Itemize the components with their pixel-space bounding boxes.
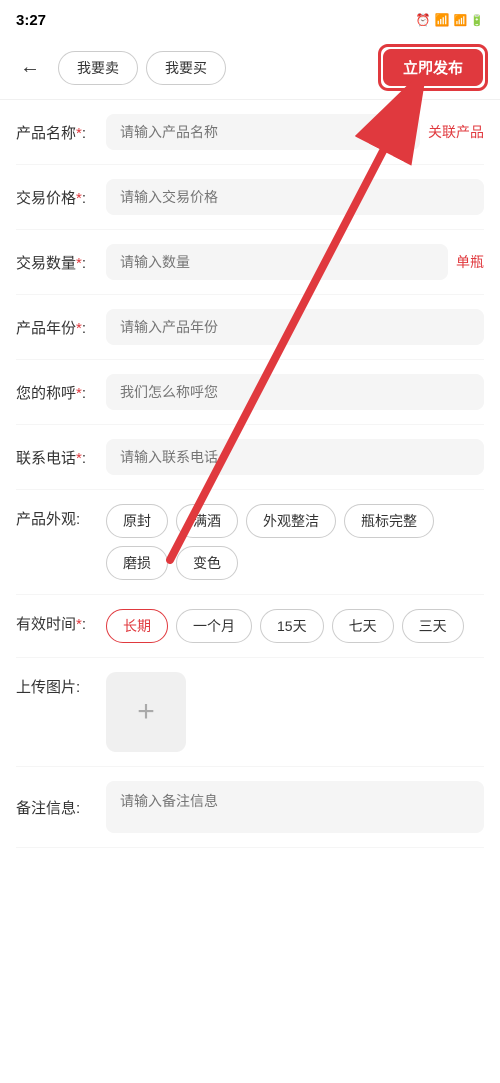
phone-input-area — [106, 439, 484, 475]
tab-buy[interactable]: 我要买 — [146, 51, 226, 85]
appearance-row: 产品外观: 原封 满酒 外观整洁 瓶标完整 磨损 变色 — [16, 490, 484, 595]
tab-group: 我要卖 我要买 — [58, 51, 368, 85]
appearance-label: 产品外观: — [16, 504, 96, 529]
tag-waiguanzhengJie[interactable]: 外观整洁 — [246, 504, 336, 538]
publish-button[interactable]: 立即发布 — [383, 49, 483, 86]
upload-area: + — [106, 672, 484, 752]
quantity-input-area: 单瓶 — [106, 244, 484, 280]
wifi-icon: 📶 — [435, 13, 450, 27]
tag-manjiu[interactable]: 满酒 — [176, 504, 238, 538]
tag-yuanfeng[interactable]: 原封 — [106, 504, 168, 538]
alarm-icon: ⏰ — [416, 13, 431, 27]
upload-row: 上传图片: + — [16, 658, 484, 767]
remark-input[interactable] — [106, 781, 484, 833]
back-button[interactable]: ← — [12, 52, 48, 83]
phone-row: 联系电话*: — [16, 425, 484, 490]
tag-pinbiaowanzheng[interactable]: 瓶标完整 — [344, 504, 434, 538]
upload-button[interactable]: + — [106, 672, 186, 752]
quantity-label: 交易数量*: — [16, 252, 96, 273]
product-name-input-area: 关联产品 — [106, 114, 484, 150]
salutation-label: 您的称呼*: — [16, 382, 96, 403]
phone-label: 联系电话*: — [16, 447, 96, 468]
tag-15tian[interactable]: 15天 — [260, 609, 324, 643]
signal-icon: 📶 — [454, 14, 467, 27]
tag-yigeyue[interactable]: 一个月 — [176, 609, 252, 643]
form: 产品名称*: 关联产品 交易价格*: 交易数量*: 单瓶 产品年份*: — [0, 100, 500, 848]
add-icon: + — [137, 695, 155, 729]
upload-label: 上传图片: — [16, 672, 96, 697]
price-row: 交易价格*: — [16, 165, 484, 230]
appearance-tags-area: 原封 满酒 外观整洁 瓶标完整 磨损 变色 — [106, 504, 484, 580]
salutation-row: 您的称呼*: — [16, 360, 484, 425]
year-input-area — [106, 309, 484, 345]
remark-input-area — [106, 781, 484, 833]
battery-icon: 🔋 — [470, 14, 484, 27]
publish-btn-wrapper: 立即发布 — [378, 44, 488, 91]
header: ← 我要卖 我要买 立即发布 — [0, 36, 500, 100]
salutation-input-area — [106, 374, 484, 410]
price-input-area — [106, 179, 484, 215]
associate-product-link[interactable]: 关联产品 — [428, 122, 484, 142]
salutation-input[interactable] — [106, 374, 484, 410]
validity-label: 有效时间*: — [16, 609, 96, 634]
remark-row: 备注信息: — [16, 767, 484, 848]
validity-tags-area: 长期 一个月 15天 七天 三天 — [106, 609, 484, 643]
appearance-tags: 原封 满酒 外观整洁 瓶标完整 磨损 变色 — [106, 504, 484, 580]
phone-input[interactable] — [106, 439, 484, 475]
price-input[interactable] — [106, 179, 484, 215]
tag-mosun[interactable]: 磨损 — [106, 546, 168, 580]
product-name-label: 产品名称*: — [16, 122, 96, 143]
tag-qitian[interactable]: 七天 — [332, 609, 394, 643]
tag-santian[interactable]: 三天 — [402, 609, 464, 643]
tab-sell[interactable]: 我要卖 — [58, 51, 138, 85]
unit-text: 单瓶 — [456, 252, 484, 272]
quantity-input[interactable] — [106, 244, 448, 280]
quantity-row: 交易数量*: 单瓶 — [16, 230, 484, 295]
status-time: 3:27 — [16, 12, 46, 29]
validity-tags: 长期 一个月 15天 七天 三天 — [106, 609, 464, 643]
tag-changqi[interactable]: 长期 — [106, 609, 168, 643]
remark-label: 备注信息: — [16, 797, 96, 818]
status-bar: 3:27 ⏰ 📶 📶 🔋 — [0, 0, 500, 36]
product-name-input[interactable] — [106, 114, 420, 150]
year-input[interactable] — [106, 309, 484, 345]
year-label: 产品年份*: — [16, 317, 96, 338]
year-row: 产品年份*: — [16, 295, 484, 360]
status-icons: ⏰ 📶 📶 🔋 — [416, 13, 484, 27]
product-name-row: 产品名称*: 关联产品 — [16, 100, 484, 165]
price-label: 交易价格*: — [16, 187, 96, 208]
tag-bianse[interactable]: 变色 — [176, 546, 238, 580]
validity-row: 有效时间*: 长期 一个月 15天 七天 三天 — [16, 595, 484, 658]
